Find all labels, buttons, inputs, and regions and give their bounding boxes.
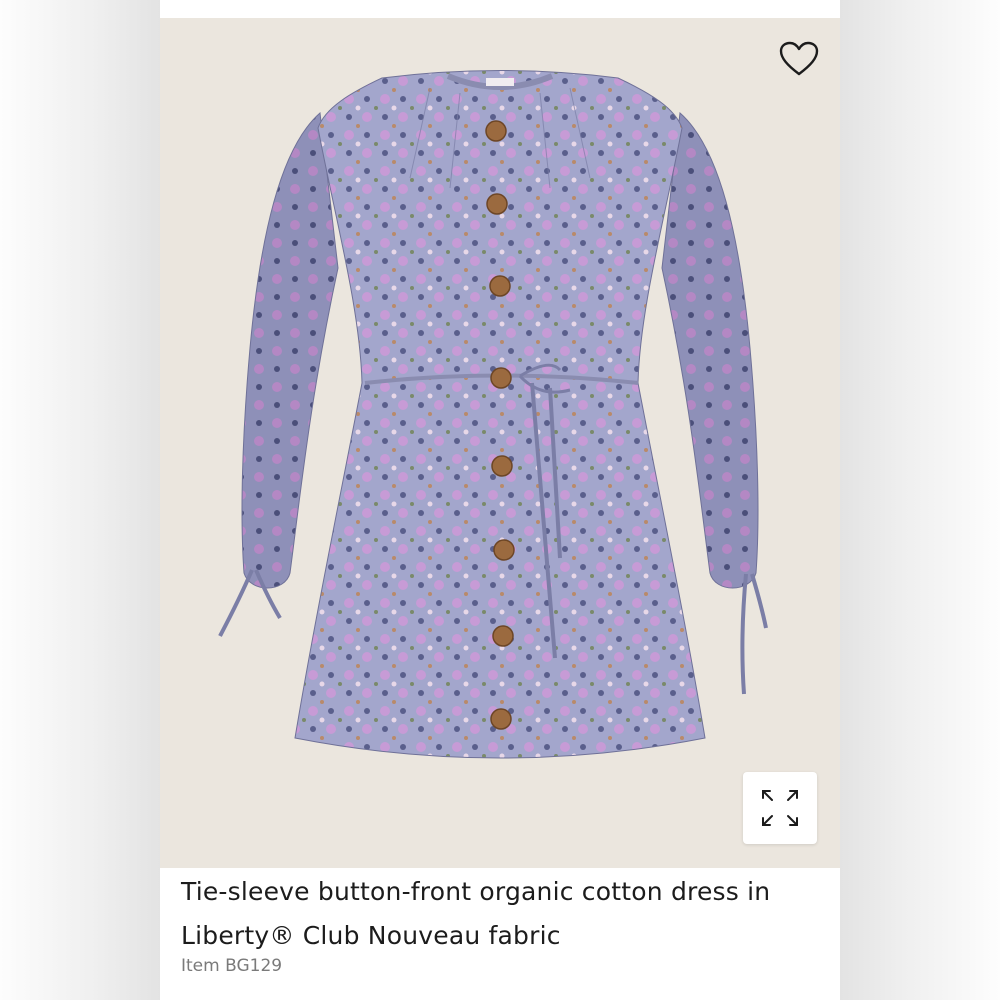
- product-title: Tie-sleeve button-front organic cotton d…: [181, 877, 771, 950]
- product-card: Tie-sleeve button-front organic cotton d…: [160, 0, 840, 1000]
- expand-icon: [762, 790, 798, 826]
- dress-illustration: [218, 70, 768, 759]
- expand-image-button[interactable]: [743, 772, 817, 844]
- page-margin-right: [840, 0, 1000, 1000]
- heart-icon: [779, 41, 819, 76]
- page-margin-left: [0, 0, 160, 1000]
- wishlist-button[interactable]: [778, 38, 820, 80]
- item-number: Item BG129: [181, 956, 283, 976]
- product-image[interactable]: [160, 18, 840, 868]
